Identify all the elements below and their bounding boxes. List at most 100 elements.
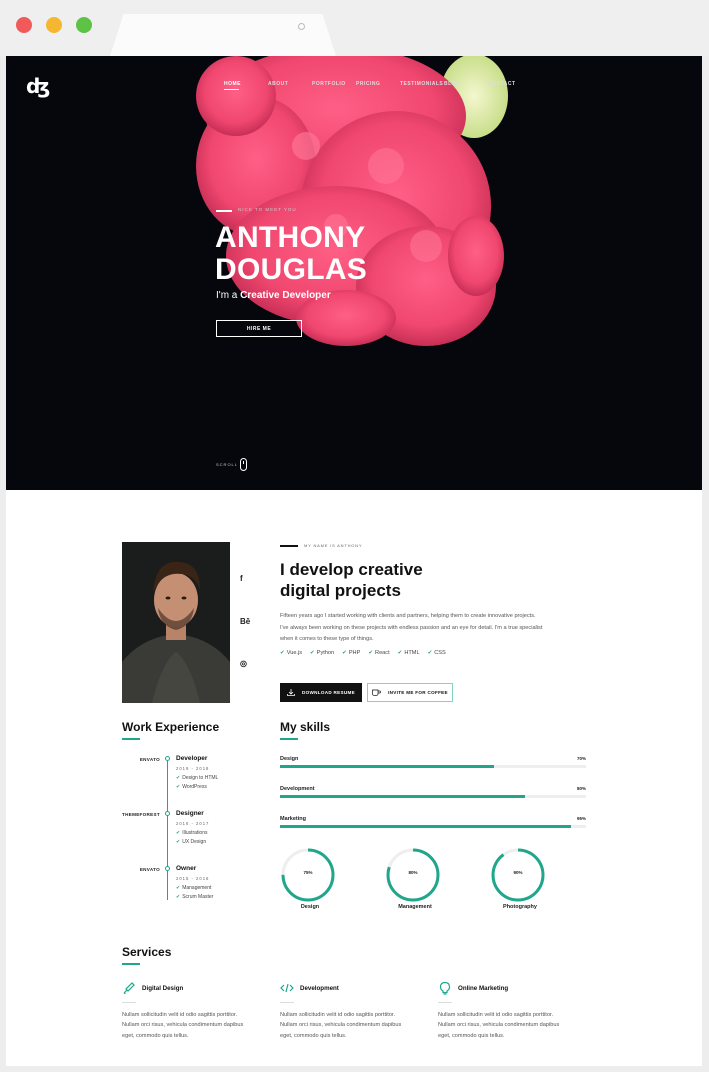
nav-active-indicator — [224, 89, 239, 90]
behance-icon[interactable]: Bē — [240, 617, 250, 626]
scroll-label: SCROLL — [216, 462, 239, 467]
skill-ring: 80% Management — [385, 847, 445, 917]
timeline-item-label: Scrum Master — [182, 894, 214, 900]
minimize-window-button[interactable] — [46, 17, 62, 33]
ring-label: Management — [398, 904, 432, 910]
hero-name-first: ANTHONY — [215, 221, 366, 254]
nav-item-testimonials[interactable]: Testimonials — [400, 81, 444, 87]
check-icon: ✔ — [176, 885, 181, 891]
service-description-line: Nullam orci risus, vehicula condimentum … — [122, 1022, 244, 1029]
service-title: Digital Design — [142, 985, 184, 992]
check-icon: ✔ — [342, 650, 347, 656]
timeline-role: Designer — [176, 810, 204, 817]
skill-ring: 75% Design — [280, 847, 340, 917]
service-description-line: Nullam sollicitudin velit id odio sagitt… — [122, 1012, 238, 1018]
skill-label: Design — [280, 756, 299, 762]
nav-item-home[interactable]: Home — [224, 81, 268, 87]
nav-item-portfolio[interactable]: Portfolio — [312, 81, 356, 87]
ring-label: Photography — [503, 904, 537, 910]
check-icon: ✔ — [368, 650, 374, 656]
timeline-item: ✔ WordPress — [176, 784, 207, 790]
about-kicker: My name is Anthony — [304, 543, 363, 548]
skill-fill — [280, 765, 495, 768]
site-logo[interactable]: ʤ — [26, 74, 50, 98]
skill-fill — [280, 825, 571, 828]
ring-percent: 90% — [513, 870, 523, 875]
check-icon: ✔ — [176, 894, 181, 900]
nav-item-contact[interactable]: Contact — [488, 81, 532, 87]
timeline-item-label: Illustrations — [182, 830, 208, 836]
download-resume-button[interactable]: DOWNLOAD RESUME — [280, 683, 362, 702]
brush-icon — [123, 982, 135, 995]
skill-label: Development — [280, 786, 315, 792]
timeline-line — [167, 757, 168, 900]
service-divider — [122, 1002, 136, 1003]
ring-arc — [491, 848, 545, 902]
skill-track — [280, 825, 586, 828]
check-icon: ✔ — [310, 650, 315, 656]
tech-item: ✔ Vue.js — [280, 650, 302, 656]
skill-fill — [280, 795, 525, 798]
check-icon: ✔ — [427, 650, 433, 656]
browser-chrome — [0, 0, 709, 56]
facebook-icon[interactable]: f — [240, 574, 243, 583]
timeline-item: ✔ Management — [176, 885, 211, 891]
service-description-line: eget, commodo quis tellus. — [122, 1032, 189, 1039]
nav-item-pricing[interactable]: Pricing — [356, 81, 400, 87]
service-description-line: eget, commodo quis tellus. — [280, 1032, 347, 1039]
mouse-scroll-icon[interactable] — [240, 458, 247, 471]
timeline-dot — [165, 866, 170, 871]
service-divider — [438, 1002, 452, 1003]
timeline-item: ✔ Scrum Master — [176, 894, 213, 900]
ring-chart — [386, 848, 440, 902]
nav-item-about[interactable]: About — [268, 81, 312, 87]
hero-section: ʤ Home About Portfolio Pricing Testimoni… — [6, 56, 702, 490]
tech-label: React — [375, 650, 390, 656]
services-title-bar — [122, 963, 140, 965]
timeline-item: ✔ Design to HTML — [176, 775, 218, 781]
bulb-icon — [439, 981, 451, 995]
timeline-company: ENVATO — [139, 757, 160, 762]
kicker-line — [216, 210, 232, 212]
hero-subtitle-prefix: I'm a — [216, 290, 241, 301]
about-kicker-line — [280, 545, 298, 547]
check-icon: ✔ — [176, 784, 181, 790]
check-icon: ✔ — [176, 830, 181, 836]
work-title-bar — [122, 738, 140, 740]
check-icon: ✔ — [176, 775, 181, 781]
hire-me-button[interactable]: HIRE ME — [216, 320, 302, 337]
tech-label: CSS — [434, 650, 446, 656]
invite-coffee-button[interactable]: INVITE ME FOR COFFEE — [367, 683, 453, 702]
close-window-button[interactable] — [16, 17, 32, 33]
timeline-item-label: Design to HTML — [182, 775, 219, 781]
check-icon: ✔ — [176, 839, 181, 845]
service-description-line: eget, commodo quis tellus. — [438, 1032, 505, 1039]
download-icon — [287, 689, 295, 696]
hero-name: ANTHONY DOUGLAS — [215, 222, 367, 286]
work-experience-title: Work Experience — [122, 720, 220, 734]
about-title: I develop creative digital projects — [280, 559, 423, 601]
check-icon: ✔ — [280, 650, 285, 656]
skill-label: Marketing — [280, 816, 306, 822]
maximize-window-button[interactable] — [76, 17, 92, 33]
timeline-item-label: UX Design — [182, 839, 207, 845]
ring-chart — [281, 848, 335, 902]
nav-item-blog[interactable]: Blog — [444, 81, 488, 87]
check-icon: ✔ — [397, 650, 403, 656]
service-description: Nullam sollicitudin velit id odio sagitt… — [438, 1010, 590, 1041]
tech-label: PHP — [348, 650, 361, 656]
main-nav: Home About Portfolio Pricing Testimonial… — [224, 81, 532, 87]
skill-track — [280, 795, 586, 798]
coffee-icon — [372, 689, 381, 696]
tech-label: Python — [316, 650, 335, 656]
instagram-icon[interactable]: ◎ — [240, 659, 247, 668]
about-body: Fifteen years ago I started working with… — [280, 611, 590, 646]
tech-item: ✔ HTML — [398, 650, 420, 656]
hero-name-last: DOUGLAS — [215, 253, 368, 286]
skill-percent: 70% — [576, 756, 586, 761]
timeline-item-label: WordPress — [182, 784, 207, 790]
skills-title: My skills — [280, 720, 331, 734]
tech-label: Vue.js — [286, 650, 303, 656]
browser-tab[interactable] — [110, 14, 336, 56]
services-title: Services — [122, 945, 172, 959]
